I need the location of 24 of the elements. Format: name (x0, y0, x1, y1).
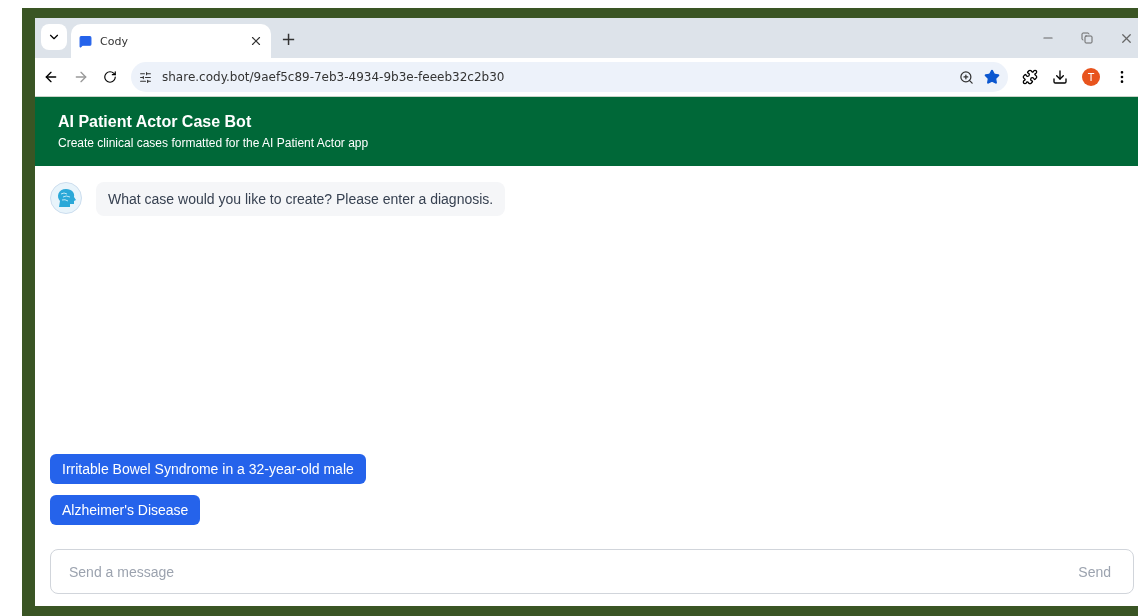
tab-search-button[interactable] (41, 24, 67, 50)
chat-bubble-icon (79, 34, 92, 48)
app-title: AI Patient Actor Case Bot (58, 113, 253, 131)
close-icon[interactable] (249, 34, 263, 48)
new-tab-button[interactable]: + (281, 27, 297, 49)
reload-icon[interactable] (103, 70, 117, 84)
suggestion-button[interactable]: Irritable Bowel Syndrome in a 32-year-old male (50, 454, 366, 484)
zoom-icon[interactable] (959, 69, 974, 85)
message-field[interactable]: Send a message Send (50, 549, 1134, 594)
forward-icon[interactable] (73, 69, 89, 85)
star-icon[interactable] (984, 69, 1000, 85)
download-icon[interactable] (1052, 69, 1068, 85)
bot-message: What case would you like to create? Please enter a diagnosis. (96, 182, 506, 216)
app-subtitle: Create clinical cases formatted for the AI Patient Actor app (58, 136, 370, 150)
back-icon[interactable] (43, 69, 59, 85)
suggestion-button[interactable]: Alzheimer's Disease (50, 495, 201, 525)
brain-avatar-icon (50, 182, 82, 214)
profile-avatar[interactable]: T (1082, 68, 1100, 86)
site-settings-icon[interactable] (139, 70, 152, 84)
browser-tab[interactable]: Cody (71, 24, 271, 58)
send-button[interactable]: Send (1072, 562, 1117, 581)
extensions-icon[interactable] (1022, 69, 1038, 85)
address-bar[interactable]: share.cody.bot/9aef5c89-7eb3-4934-9b3e-feeeb32c2b30 (131, 62, 1008, 92)
restore-icon[interactable] (1081, 32, 1093, 44)
